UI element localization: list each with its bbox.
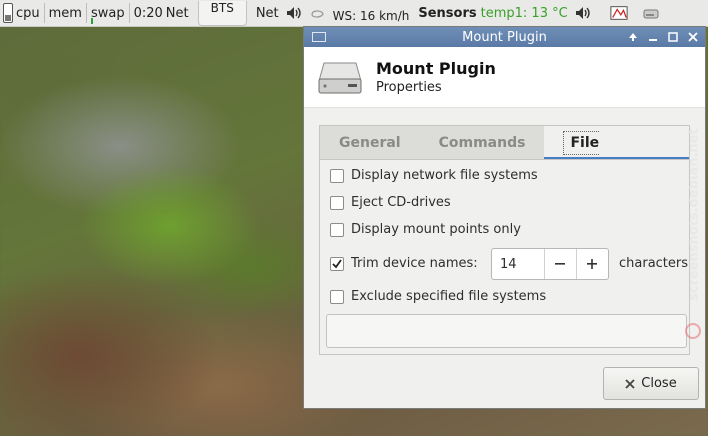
tab-general[interactable]: General bbox=[320, 126, 420, 160]
drive-icon[interactable] bbox=[639, 4, 663, 22]
weather-icon[interactable] bbox=[306, 4, 330, 22]
swap-monitor[interactable]: swap bbox=[88, 0, 128, 26]
bts-applet[interactable]: BTS bbox=[197, 0, 247, 26]
net-label: Net bbox=[165, 5, 189, 21]
mount-plugin-dialog: Mount Plugin Mount Plugin Properties Gen… bbox=[303, 26, 706, 409]
increment-button[interactable] bbox=[575, 249, 608, 279]
mount-points-option[interactable]: Display mount points only bbox=[330, 222, 521, 237]
bts-label: BTS bbox=[210, 0, 234, 15]
checkmark-icon bbox=[332, 258, 342, 268]
decrement-button[interactable] bbox=[543, 249, 576, 279]
trim-length-value[interactable]: 14 bbox=[492, 257, 544, 272]
mem-monitor[interactable]: mem bbox=[46, 0, 85, 26]
close-button-label: Close bbox=[641, 376, 677, 391]
minimize-icon bbox=[648, 39, 657, 41]
eject-cd-checkbox[interactable] bbox=[330, 195, 344, 210]
network-fs-option[interactable]: Display network file systems bbox=[330, 168, 538, 183]
clock-text: 0:20 bbox=[133, 5, 163, 21]
sensors-label: Sensors bbox=[418, 5, 477, 21]
window-buttons bbox=[624, 29, 701, 45]
maximize-button[interactable] bbox=[664, 29, 681, 45]
chart-icon[interactable] bbox=[607, 4, 631, 22]
close-icon bbox=[687, 32, 698, 42]
trim-names-label: Trim device names: bbox=[351, 256, 478, 271]
close-icon bbox=[625, 378, 635, 389]
header-subtitle: Properties bbox=[376, 80, 442, 95]
cpu-label: cpu bbox=[16, 5, 40, 21]
minimize-button[interactable] bbox=[644, 29, 661, 45]
dialog-header: Mount Plugin Properties bbox=[304, 47, 705, 108]
swap-bar bbox=[90, 18, 93, 24]
trim-length-spinbutton[interactable]: 14 bbox=[491, 248, 609, 280]
dialog-titlebar[interactable]: Mount Plugin bbox=[304, 27, 705, 47]
watermark-logo-icon bbox=[685, 323, 701, 339]
maximize-icon bbox=[667, 32, 678, 42]
mount-points-label: Display mount points only bbox=[351, 222, 521, 237]
exclude-fs-label: Exclude specified file systems bbox=[351, 289, 547, 304]
network-fs-checkbox[interactable] bbox=[330, 168, 344, 183]
net-monitor-2[interactable]: Net bbox=[253, 0, 282, 26]
trim-names-checkbox[interactable] bbox=[330, 256, 344, 271]
close-button[interactable]: Close bbox=[603, 367, 699, 400]
cpu-monitor[interactable]: cpu bbox=[13, 0, 43, 26]
tab-commands[interactable]: Commands bbox=[420, 126, 545, 160]
panel-separator bbox=[43, 3, 45, 23]
arrow-up-icon bbox=[628, 33, 637, 41]
eject-cd-option[interactable]: Eject CD-drives bbox=[330, 195, 451, 210]
wind-speed: WS: 16 km/h bbox=[332, 9, 410, 23]
swap-label: swap bbox=[90, 5, 125, 21]
header-text: Mount Plugin Properties bbox=[376, 59, 496, 95]
watermark-text: screenshots.debian.net bbox=[686, 128, 702, 302]
exclude-fs-option[interactable]: Exclude specified file systems bbox=[330, 289, 546, 304]
eject-cd-label: Eject CD-drives bbox=[351, 195, 451, 210]
exclude-fs-entry[interactable] bbox=[326, 314, 687, 348]
file-systems-pane: Display network file systems Eject CD-dr… bbox=[319, 159, 690, 355]
header-title: Mount Plugin bbox=[376, 59, 496, 78]
net-monitor-1[interactable]: Net bbox=[166, 0, 192, 26]
panel-separator bbox=[128, 3, 130, 23]
harddisk-icon bbox=[318, 59, 362, 95]
tab-file-systems[interactable]: File systems bbox=[544, 125, 689, 189]
sensors-applet[interactable]: Sensors temp1: 13 °C bbox=[412, 0, 570, 26]
minus-icon bbox=[555, 263, 566, 265]
shade-button[interactable] bbox=[624, 29, 641, 45]
trim-names-option[interactable]: Trim device names: bbox=[330, 256, 478, 271]
temperature-readout: temp1: 13 °C bbox=[480, 5, 568, 21]
top-panel: cpu mem swap 0:20 Net BTS Net WS: 16 km/… bbox=[0, 0, 708, 27]
net-label: Net bbox=[255, 5, 279, 21]
tab-bar: General Commands File systems bbox=[319, 125, 690, 189]
network-fs-label: Display network file systems bbox=[351, 168, 538, 183]
volume-icon[interactable] bbox=[571, 4, 595, 22]
panel-separator bbox=[85, 3, 87, 23]
mount-points-checkbox[interactable] bbox=[330, 222, 344, 237]
clock[interactable]: 0:20 bbox=[131, 0, 166, 26]
trim-unit-label: characters bbox=[619, 256, 689, 271]
mem-label: mem bbox=[48, 5, 82, 21]
volume-icon[interactable] bbox=[282, 4, 306, 22]
weather-text[interactable]: WS: 16 km/h bbox=[330, 0, 413, 29]
exclude-fs-checkbox[interactable] bbox=[330, 289, 344, 304]
close-window-button[interactable] bbox=[684, 29, 701, 45]
battery-icon[interactable] bbox=[3, 3, 13, 23]
plus-icon bbox=[587, 259, 598, 269]
